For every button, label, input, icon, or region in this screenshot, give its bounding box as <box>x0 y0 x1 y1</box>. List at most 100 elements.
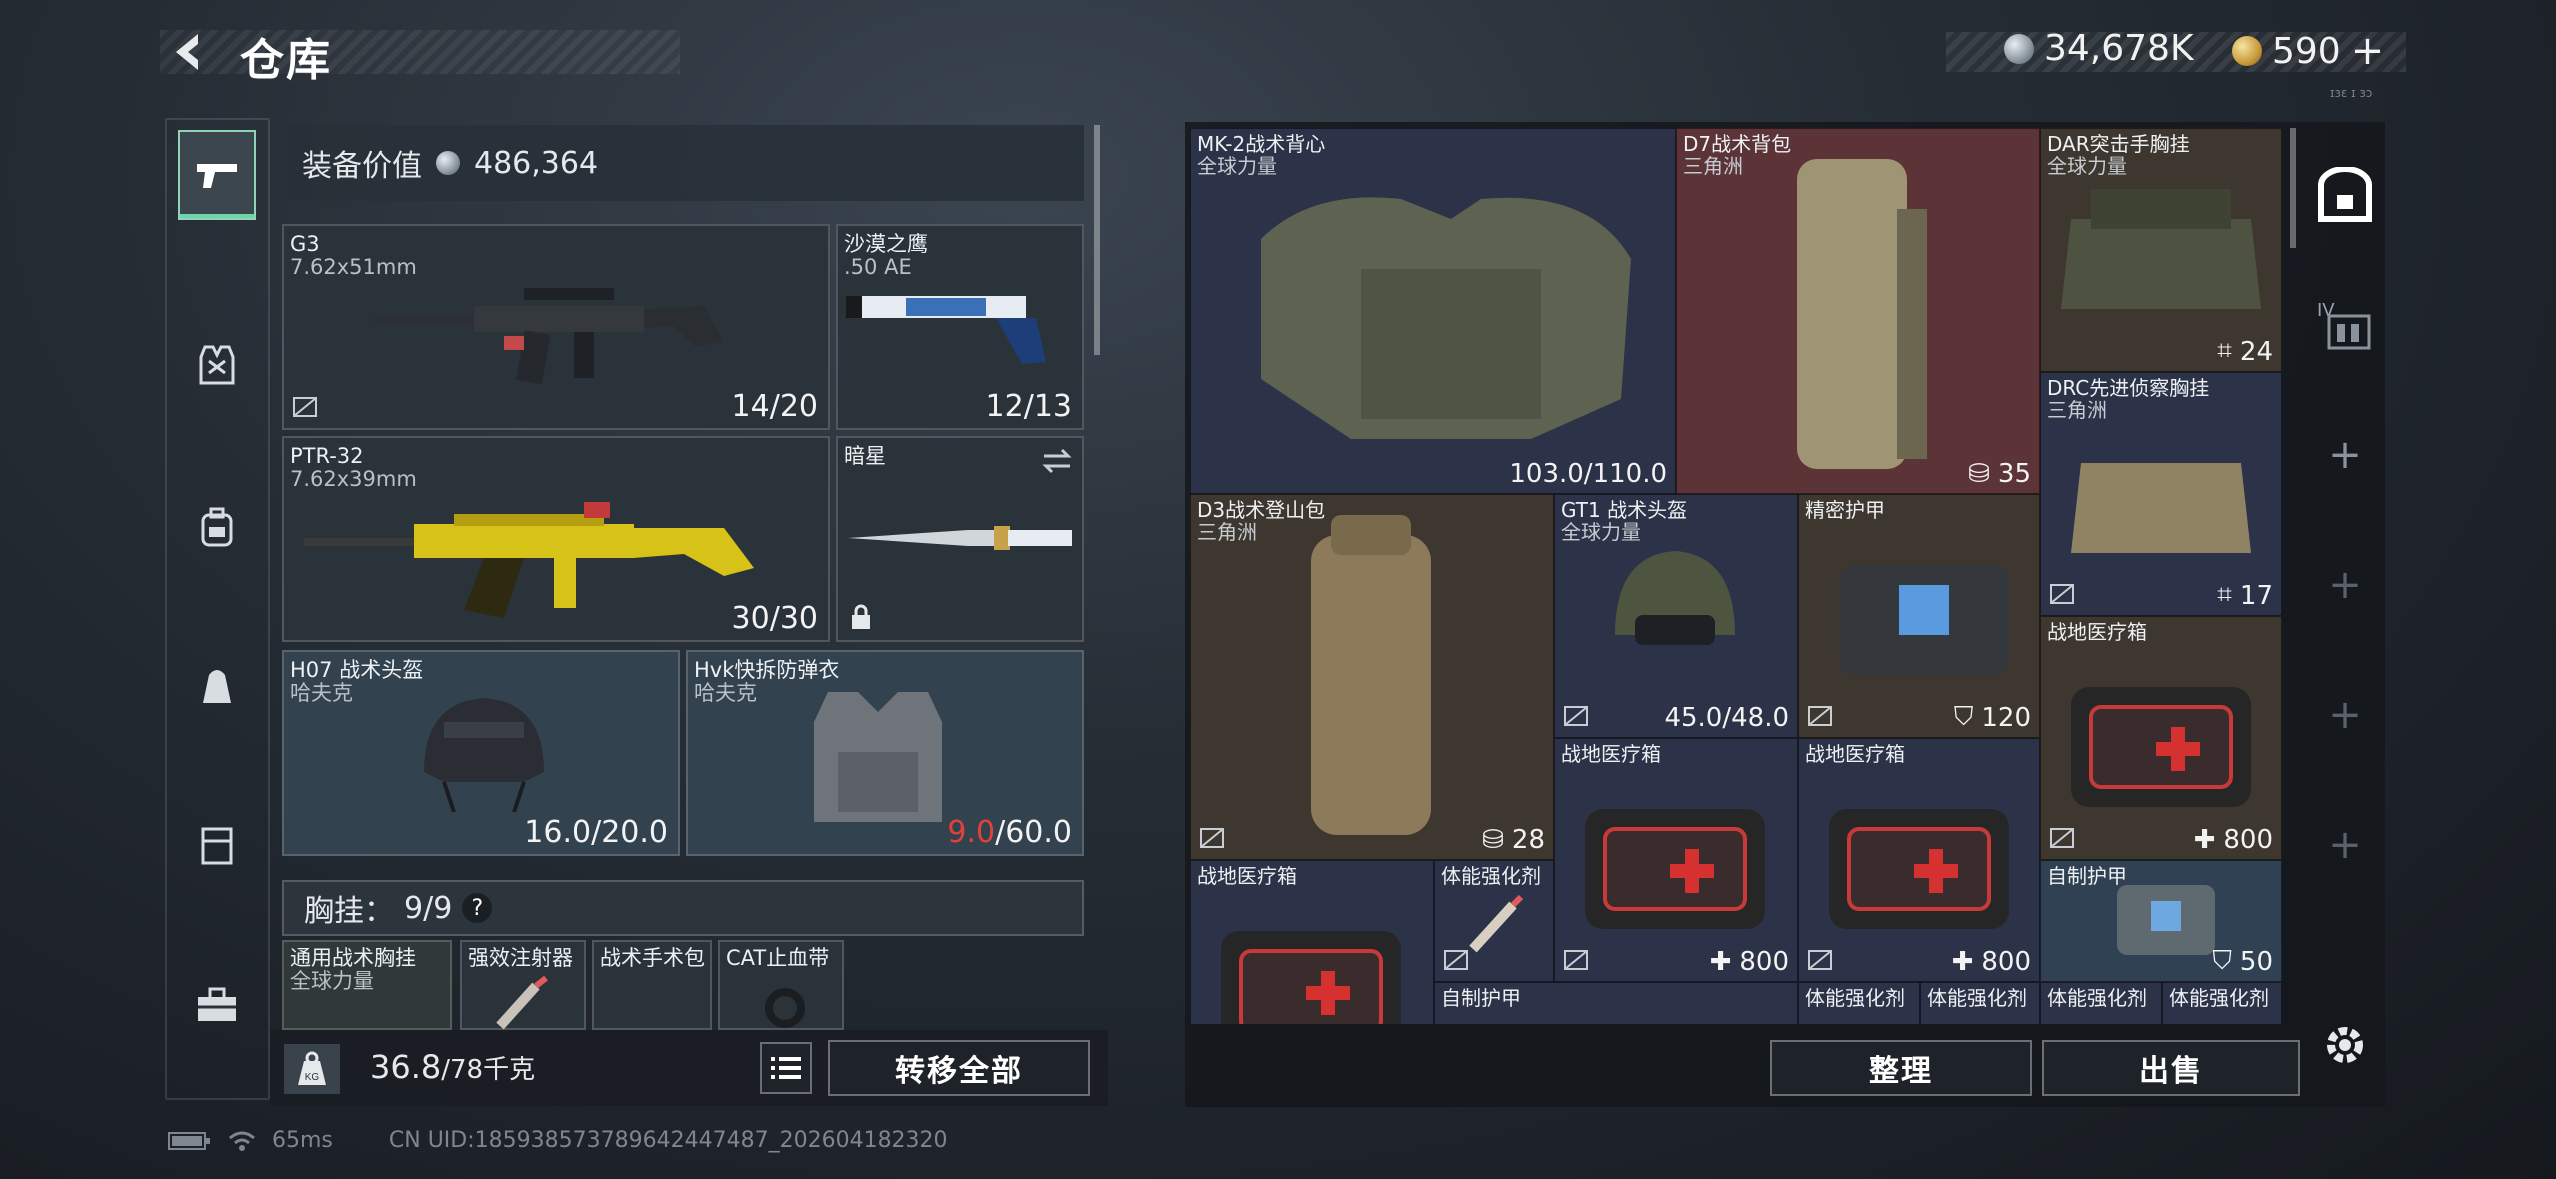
inventory-item[interactable]: 战地医疗箱 <box>1190 860 1434 1024</box>
settings-button[interactable] <box>2310 1010 2380 1080</box>
chest-item-name: 通用战术胸挂 <box>290 946 416 970</box>
melee-slot[interactable]: 暗星 <box>836 436 1084 642</box>
inventory-item[interactable]: 精密护甲 ⛉ 120 <box>1798 494 2040 738</box>
inventory-item[interactable]: 战地医疗箱 ✚ 800 <box>2040 616 2282 860</box>
inventory-item[interactable]: 自制护甲 <box>1434 982 1798 1024</box>
inventory-item[interactable]: 体能强化剂 <box>1434 860 1554 982</box>
nav-backpack[interactable] <box>178 482 256 572</box>
back-arrow-icon[interactable] <box>168 30 212 78</box>
no-insure-icon <box>1564 706 1588 726</box>
chest-item-rig[interactable]: 通用战术胸挂 全球力量 <box>282 940 452 1030</box>
weapon-caliber: 7.62x39mm <box>290 467 417 491</box>
backpack-icon <box>201 507 233 547</box>
tier-storage-tab[interactable]: IV <box>2310 290 2380 360</box>
armor-vest-image <box>814 692 942 822</box>
armor-durability: 9.0/60.0 <box>947 815 1072 850</box>
chest-item-injector[interactable]: 强效注射器 <box>460 940 586 1030</box>
sort-button[interactable]: 整理 <box>1770 1040 2032 1096</box>
add-gold-button[interactable]: + <box>2351 28 2385 74</box>
list-view-button[interactable] <box>760 1042 812 1094</box>
item-name: DAR突击手胸挂 <box>2047 132 2190 156</box>
item-name: 体能强化剂 <box>2169 986 2269 1010</box>
slot-lock-icon <box>293 397 317 417</box>
silver-currency[interactable]: 34,678K <box>2004 28 2194 69</box>
backpack-image <box>1797 159 1927 469</box>
ping-value: 65ms <box>272 1128 333 1153</box>
pistol-slot[interactable]: 沙漠之鹰 .50 AE 12/13 <box>836 224 1084 430</box>
inventory-item[interactable]: DAR突击手胸挂 全球力量 ⌗ 24 <box>2040 128 2282 372</box>
weight-max: /78千克 <box>441 1055 536 1085</box>
primary-weapon-slot[interactable]: G3 7.62x51mm 14/20 <box>282 224 830 430</box>
inventory-item[interactable]: 体能强化剂 <box>1798 982 1920 1024</box>
item-name: 体能强化剂 <box>1927 986 2027 1010</box>
weight-icon: KG <box>284 1044 340 1094</box>
medkit-image <box>1221 931 1401 1024</box>
help-icon[interactable]: ? <box>462 893 493 923</box>
inventory-item[interactable]: 战地医疗箱 ✚ 800 <box>1798 738 2040 982</box>
inventory-item[interactable]: DRC先进侦察胸挂 三角洲 ⌗ 17 <box>2040 372 2282 616</box>
chest-item-brand: 全球力量 <box>290 969 374 993</box>
nav-weapons[interactable] <box>178 130 256 220</box>
left-scrollbar[interactable] <box>1094 125 1100 355</box>
armor-durability-current: 9.0 <box>947 815 996 850</box>
safe-box-tab[interactable] <box>2310 160 2380 230</box>
pistol-name: 沙漠之鹰 <box>844 232 928 256</box>
no-insure-icon <box>2050 584 2074 604</box>
item-brand: 三角洲 <box>2047 398 2107 422</box>
inventory-item[interactable]: 体能强化剂 <box>1920 982 2040 1024</box>
inventory-item[interactable]: GT1 战术头盔 全球力量 45.0/48.0 <box>1554 494 1798 738</box>
chest-rig-header: 胸挂： 9/9 ? <box>282 880 1084 936</box>
melee-name: 暗星 <box>844 444 886 468</box>
g3-rifle-image <box>374 288 724 385</box>
armor-slot[interactable]: Hvk快拆防弹衣 哈夫克 9.0/60.0 <box>686 650 1084 856</box>
item-value: 800 <box>1981 947 2031 977</box>
list-icon <box>771 1057 801 1079</box>
gold-amount: 590 <box>2272 30 2341 72</box>
add-storage-button[interactable]: + <box>2310 680 2380 750</box>
item-name: 体能强化剂 <box>2047 986 2147 1010</box>
item-value: 17 <box>2239 580 2273 611</box>
nav-pouch[interactable] <box>178 640 256 730</box>
swap-icon[interactable] <box>1042 448 1072 474</box>
transfer-all-button[interactable]: 转移全部 <box>828 1040 1090 1096</box>
gold-currency[interactable]: 590 + <box>2232 28 2384 74</box>
silver-coin-icon <box>2004 33 2034 64</box>
inventory-item[interactable]: 体能强化剂 <box>2162 982 2282 1024</box>
add-storage-button[interactable]: + <box>2310 810 2380 880</box>
header-bar <box>160 30 680 74</box>
add-storage-button[interactable]: + <box>2310 420 2380 490</box>
helmet-slot[interactable]: H07 战术头盔 哈夫克 16.0/20.0 <box>282 650 680 856</box>
sell-button[interactable]: 出售 <box>2042 1040 2300 1096</box>
helmet-image <box>1615 551 1735 645</box>
item-name: 精密护甲 <box>1805 498 1885 522</box>
ammo-count: 30/30 <box>731 601 818 636</box>
inventory-item[interactable]: 体能强化剂 <box>2040 982 2162 1024</box>
shield-icon: ⛉ <box>2212 946 2232 976</box>
pistol-icon <box>197 164 237 188</box>
status-bar: 65ms CN UID:18593857378964244748​7_20260… <box>168 1128 948 1153</box>
uid-text: CN UID:18593857378964244748​7_2026041823… <box>388 1128 948 1153</box>
vest-slots-icon: ⌗ <box>2217 336 2232 366</box>
inventory-item[interactable]: 战地医疗箱 ✚ 800 <box>1554 738 1798 982</box>
weapon-name: PTR-32 <box>290 444 364 468</box>
item-value: 45.0/48.0 <box>1664 703 1789 733</box>
plus-icon: ✚ <box>1951 947 1974 977</box>
capacity-icon: ⛁ <box>1968 459 1990 489</box>
tactical-vest-image <box>1261 197 1631 439</box>
inventory-item[interactable]: D7战术背包 三角洲 ⛁ 35 <box>1676 128 2040 494</box>
secondary-weapon-slot[interactable]: PTR-32 7.62x39mm 30/30 <box>282 436 830 642</box>
inventory-item[interactable]: 自制护甲 ⛉ 50 <box>2040 860 2282 982</box>
nav-case[interactable] <box>178 800 256 890</box>
inventory-item[interactable]: MK-2战术背心 全球力量 103.0/110.0 <box>1190 128 1676 494</box>
chest-item-surgery-kit[interactable]: 战术手术包 <box>592 940 712 1030</box>
safe-icon <box>2318 167 2372 222</box>
inventory-item[interactable]: D3战术登山包 三角洲 ⛁ 28 <box>1190 494 1554 860</box>
equipment-value-label: 装备价值 <box>302 149 422 184</box>
nav-toolbox[interactable] <box>178 960 256 1050</box>
add-storage-button[interactable]: + <box>2310 550 2380 620</box>
plus-icon: ✚ <box>2193 825 2216 855</box>
item-name: 战地医疗箱 <box>1197 864 1297 888</box>
ptr32-rifle-image <box>304 502 754 618</box>
nav-vest[interactable] <box>178 320 256 410</box>
chest-item-tourniquet[interactable]: CAT止血带 <box>718 940 844 1030</box>
